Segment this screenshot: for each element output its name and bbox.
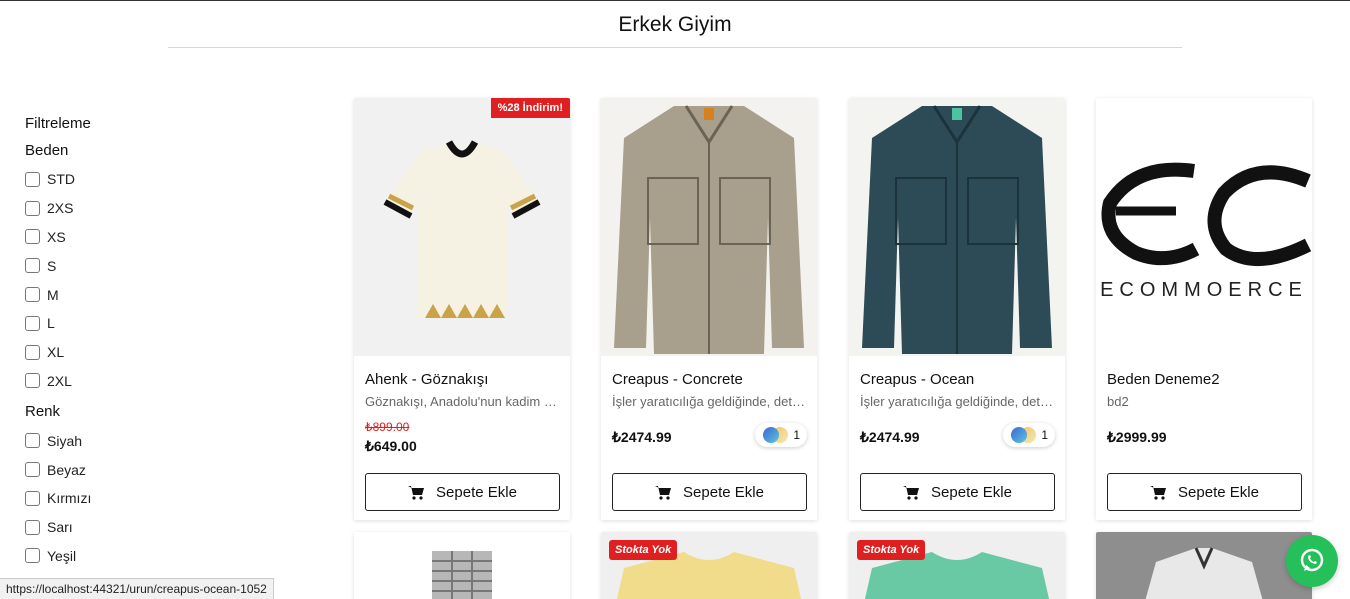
page-title: Erkek Giyim <box>618 13 732 36</box>
product-name[interactable]: Creapus - Ocean <box>860 371 974 388</box>
color-option-yesil[interactable]: Yeşil <box>25 542 225 571</box>
color-option-sari[interactable]: Sarı <box>25 513 225 542</box>
product-price: ₺2474.99 <box>860 429 920 445</box>
checkbox[interactable] <box>25 433 40 449</box>
product-card[interactable]: %28 İndirim! Ahenk - Göznakışı Göznakışı… <box>354 98 570 520</box>
cart-icon <box>408 485 425 500</box>
product-card[interactable]: Stokta Yok <box>601 532 817 599</box>
brand-logo-text: ECOMMOERCE <box>1100 278 1308 301</box>
whatsapp-button[interactable] <box>1286 535 1338 587</box>
checkbox[interactable] <box>25 229 40 245</box>
product-name[interactable]: Creapus - Concrete <box>612 371 743 388</box>
product-card[interactable]: ECOMMOERCE Beden Deneme2 bd2 ₺2999.99 Se… <box>1096 98 1312 520</box>
cart-icon <box>655 485 672 500</box>
product-card[interactable]: Stokta Yok <box>849 532 1065 599</box>
size-option-s[interactable]: S <box>25 251 225 280</box>
filter-sidebar: Filtreleme Beden STD 2XS XS S M L XL 2XL… <box>25 115 225 570</box>
product-image[interactable] <box>849 98 1065 356</box>
size-option-2xl[interactable]: 2XL <box>25 367 225 396</box>
product-image[interactable]: ECOMMOERCE <box>1096 98 1312 356</box>
color-filter-title: Renk <box>25 403 61 421</box>
cart-icon <box>903 485 920 500</box>
color-option-beyaz[interactable]: Beyaz <box>25 455 225 484</box>
checkbox[interactable] <box>25 315 40 331</box>
product-price: ₺2474.99 <box>612 429 672 445</box>
size-option-xl[interactable]: XL <box>25 338 225 367</box>
product-name[interactable]: Ahenk - Göznakışı <box>365 371 488 388</box>
product-image[interactable] <box>354 98 570 356</box>
color-swatch[interactable]: 1 <box>1003 423 1055 447</box>
color-swatch[interactable]: 1 <box>755 423 807 447</box>
checkbox[interactable] <box>25 373 40 389</box>
discount-badge: %28 İndirim! <box>490 98 570 118</box>
product-description: bd2 <box>1107 394 1129 409</box>
whatsapp-icon <box>1299 548 1325 574</box>
add-to-cart-button[interactable]: Sepete Ekle <box>860 473 1055 511</box>
color-option-siyah[interactable]: Siyah <box>25 426 225 455</box>
checkbox[interactable] <box>25 344 40 360</box>
size-option-std[interactable]: STD <box>25 165 225 194</box>
product-price: ₺649.00 <box>365 438 417 454</box>
product-description: İşler yaratıcılığa geldiğinde, detaylar … <box>612 394 807 409</box>
product-image[interactable] <box>354 532 570 599</box>
checkbox[interactable] <box>25 200 40 216</box>
product-description: Göznakışı, Anadolu'nun kadim kültüründe… <box>365 394 560 409</box>
color-option-kirmizi[interactable]: Kırmızı <box>25 484 225 513</box>
checkbox[interactable] <box>25 171 40 187</box>
out-of-stock-badge: Stokta Yok <box>857 540 926 560</box>
product-image[interactable] <box>1096 532 1312 599</box>
checkbox[interactable] <box>25 258 40 274</box>
checkbox[interactable] <box>25 519 40 535</box>
checkbox[interactable] <box>25 462 40 478</box>
add-to-cart-button[interactable]: Sepete Ekle <box>612 473 807 511</box>
product-card[interactable]: Creapus - Concrete İşler yaratıcılığa ge… <box>601 98 817 520</box>
status-bar-url: https://localhost:44321/urun/creapus-oce… <box>0 578 274 599</box>
add-to-cart-button[interactable]: Sepete Ekle <box>1107 473 1302 511</box>
title-divider <box>168 47 1182 48</box>
size-filter-title: Beden <box>25 142 69 159</box>
filter-heading: Filtreleme <box>25 115 91 132</box>
product-card[interactable]: Creapus - Ocean İşler yaratıcılığa geldi… <box>849 98 1065 520</box>
out-of-stock-badge: Stokta Yok <box>609 540 678 560</box>
product-name[interactable]: Beden Deneme2 <box>1107 371 1220 388</box>
add-to-cart-button[interactable]: Sepete Ekle <box>365 473 560 511</box>
size-option-m[interactable]: M <box>25 280 225 309</box>
product-price: ₺2999.99 <box>1107 429 1167 445</box>
product-image[interactable] <box>601 98 817 356</box>
checkbox[interactable] <box>25 287 40 303</box>
product-description: İşler yaratıcılığa geldiğinde, detaylar … <box>860 394 1055 409</box>
size-option-l[interactable]: L <box>25 309 225 338</box>
checkbox[interactable] <box>25 548 40 564</box>
size-option-xs[interactable]: XS <box>25 223 225 252</box>
brand-logo <box>1101 162 1312 266</box>
product-card[interactable] <box>1096 532 1312 599</box>
product-card[interactable] <box>354 532 570 599</box>
cart-icon <box>1150 485 1167 500</box>
size-option-2xs[interactable]: 2XS <box>25 194 225 223</box>
old-price: ₺899.00 <box>365 420 410 434</box>
checkbox[interactable] <box>25 490 40 506</box>
